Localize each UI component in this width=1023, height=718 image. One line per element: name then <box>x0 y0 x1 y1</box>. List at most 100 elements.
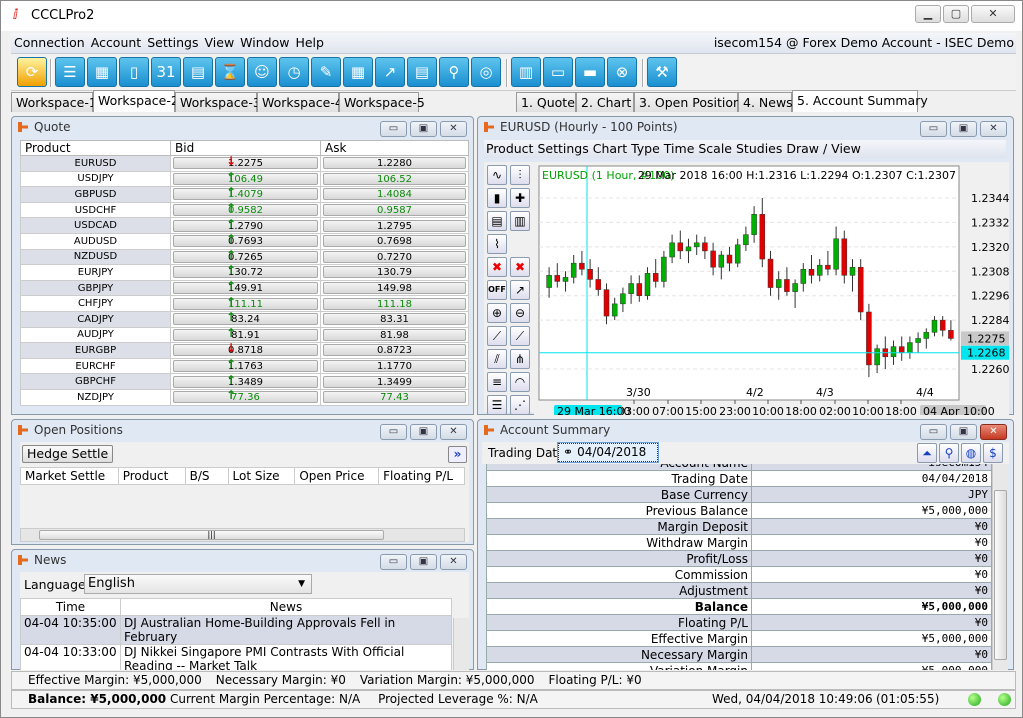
tools-icon[interactable]: ⚒ <box>647 57 677 87</box>
pointer-icon[interactable]: ↗ <box>510 280 530 300</box>
calendar-icon[interactable]: 31 <box>151 57 181 87</box>
bid-cell[interactable]: ↑ 111.11 <box>170 295 321 312</box>
bid-cell[interactable]: ↑ 0.7265 <box>170 248 321 266</box>
bid-button[interactable]: ↑ 83.24 <box>173 311 318 326</box>
hedge-settle-button[interactable]: Hedge Settle <box>22 445 114 463</box>
search-doc-icon[interactable]: ⚲ <box>439 57 469 87</box>
workspace-tab[interactable]: Workspace-1 <box>11 92 97 112</box>
vertical-scrollbar[interactable] <box>992 464 1008 670</box>
close-button[interactable]: ✕ <box>971 5 1015 23</box>
menu-account[interactable]: Account <box>88 33 144 52</box>
view-tab[interactable]: 2. Chart <box>576 92 634 112</box>
search-icon[interactable]: ⚲ <box>939 443 959 463</box>
quote-row[interactable]: AUDUSD ↑ 0.7693 0.7698 <box>20 232 469 250</box>
zoom-in-icon[interactable]: ⊕ <box>487 303 507 323</box>
ask-button[interactable]: 1.2280 <box>323 157 466 170</box>
workspace-tab[interactable]: Workspace-4 <box>257 92 343 112</box>
ask-cell[interactable]: 1.2795 <box>320 217 469 234</box>
ask-cell[interactable]: 1.1770 <box>320 357 469 375</box>
close-icon[interactable]: ✕ <box>440 121 467 137</box>
crosshair-icon[interactable]: ✚ <box>510 188 530 208</box>
chart-menu-item[interactable]: Product <box>484 140 535 157</box>
statement-icon[interactable]: ▤ <box>407 57 437 87</box>
chart-menu-item[interactable]: Time Scale <box>662 140 734 157</box>
horizontal-scrollbar[interactable]: ||| <box>20 528 465 542</box>
column-header[interactable]: Product <box>20 140 171 156</box>
ask-button[interactable]: 1.4084 <box>323 188 466 201</box>
bid-cell[interactable]: ↑ 1.1763 <box>170 357 321 375</box>
quote-row[interactable]: AUDJPY ↑ 81.91 81.98 <box>20 326 469 344</box>
ask-cell[interactable]: 106.52 <box>320 170 469 188</box>
ask-cell[interactable]: 77.43 <box>320 388 469 406</box>
column-header[interactable]: Lot Size <box>227 467 296 485</box>
minimize-icon[interactable]: ▭ <box>380 121 407 137</box>
column-header[interactable]: News <box>120 598 452 616</box>
bid-button[interactable]: ↓ 1.2275 <box>173 155 318 170</box>
menu-help[interactable]: Help <box>292 33 327 52</box>
bid-button[interactable]: ↑ 130.72 <box>173 264 318 279</box>
delete-all-icon[interactable]: ✖ <box>510 257 530 277</box>
quote-row[interactable]: NZDUSD ↑ 0.7265 0.7270 <box>20 248 469 266</box>
minimize-all-icon[interactable]: ▬ <box>575 57 605 87</box>
maximize-icon[interactable]: ▣ <box>950 121 977 137</box>
quote-row[interactable]: EURCHF ↑ 1.1763 1.1770 <box>20 357 469 375</box>
zoom-out-icon[interactable]: ⊖ <box>510 303 530 323</box>
ask-cell[interactable]: 0.8723 <box>320 342 469 359</box>
menu-connection[interactable]: Connection <box>11 33 88 52</box>
ask-button[interactable]: 0.9587 <box>323 204 466 217</box>
quote-row[interactable]: GBPUSD ↑ 1.4079 1.4084 <box>20 186 469 203</box>
account-icon[interactable]: ☺ <box>247 57 277 87</box>
bid-button[interactable]: ↑ 1.1763 <box>173 358 318 373</box>
ask-cell[interactable]: 0.9587 <box>320 201 469 219</box>
column-header[interactable]: B/S <box>184 467 229 485</box>
chart-icon[interactable]: ↗ <box>375 57 405 87</box>
fan-icon[interactable]: ⋰ <box>510 395 530 415</box>
ask-cell[interactable]: 1.4084 <box>320 186 469 203</box>
ask-button[interactable]: 1.2795 <box>323 219 466 232</box>
chart-menu-item[interactable]: Settings <box>535 140 590 157</box>
bid-cell[interactable]: ↓ 1.2275 <box>170 155 321 172</box>
maximize-icon[interactable]: ▣ <box>410 554 437 570</box>
indicator-icon[interactable]: ⌇ <box>487 234 507 254</box>
maximize-icon[interactable]: ▣ <box>410 424 437 440</box>
quote-row[interactable]: CADJPY ↑ 83.24 83.31 <box>20 310 469 328</box>
expand-right-icon[interactable]: » <box>448 446 467 463</box>
layout-icon[interactable]: ▥ <box>511 57 541 87</box>
column-header[interactable]: Time <box>20 598 121 616</box>
minimize-icon[interactable]: ▭ <box>380 554 407 570</box>
bid-button[interactable]: ↑ 1.4079 <box>173 186 318 201</box>
bid-cell[interactable]: ↑ 130.72 <box>170 264 321 281</box>
minimize-icon[interactable]: ▭ <box>380 424 407 440</box>
ask-cell[interactable]: 81.98 <box>320 326 469 344</box>
arc-icon[interactable]: ◠ <box>510 372 530 392</box>
minimize-icon[interactable]: ▭ <box>920 424 947 440</box>
fib-icon[interactable]: ≡ <box>487 372 507 392</box>
menu-settings[interactable]: Settings <box>144 33 201 52</box>
quote-row[interactable]: USDCAD ↑ 1.2790 1.2795 <box>20 217 469 234</box>
off-icon[interactable]: OFF <box>487 280 507 300</box>
vertical-scrollbar[interactable] <box>453 618 469 670</box>
bid-button[interactable]: ↑ 0.9582 <box>173 202 318 217</box>
close-icon[interactable]: ✕ <box>440 554 467 570</box>
ask-button[interactable]: 83.31 <box>323 313 466 326</box>
quote-row[interactable]: USDCHF ↑ 0.9582 0.9587 <box>20 201 469 219</box>
bid-button[interactable]: ↑ 0.7693 <box>173 233 318 248</box>
quote-row[interactable]: EURJPY ↑ 130.72 130.79 <box>20 264 469 281</box>
ask-button[interactable]: 106.52 <box>323 172 466 185</box>
column-header[interactable]: Ask <box>320 140 469 156</box>
pending-orders-icon[interactable]: ⌛ <box>215 57 245 87</box>
grid-icon[interactable]: ▤ <box>487 211 507 231</box>
bid-cell[interactable]: ↑ 83.24 <box>170 310 321 328</box>
ask-cell[interactable]: 1.3499 <box>320 373 469 390</box>
quote-row[interactable]: NZDJPY ↑ 77.36 77.43 <box>20 388 469 406</box>
language-select[interactable]: English ▼ <box>84 574 312 594</box>
maximize-icon[interactable]: ▣ <box>410 121 437 137</box>
ask-button[interactable]: 149.98 <box>323 282 466 295</box>
bid-cell[interactable]: ↑ 149.91 <box>170 279 321 297</box>
ask-cell[interactable]: 111.18 <box>320 295 469 312</box>
column-header[interactable]: Bid <box>170 140 321 156</box>
maximize-button[interactable]: ▢ <box>943 5 969 23</box>
candlestick-icon[interactable]: ▮ <box>487 188 507 208</box>
column-header[interactable]: Product <box>117 467 186 485</box>
chart-menu-item[interactable]: Draw / View <box>784 140 862 157</box>
